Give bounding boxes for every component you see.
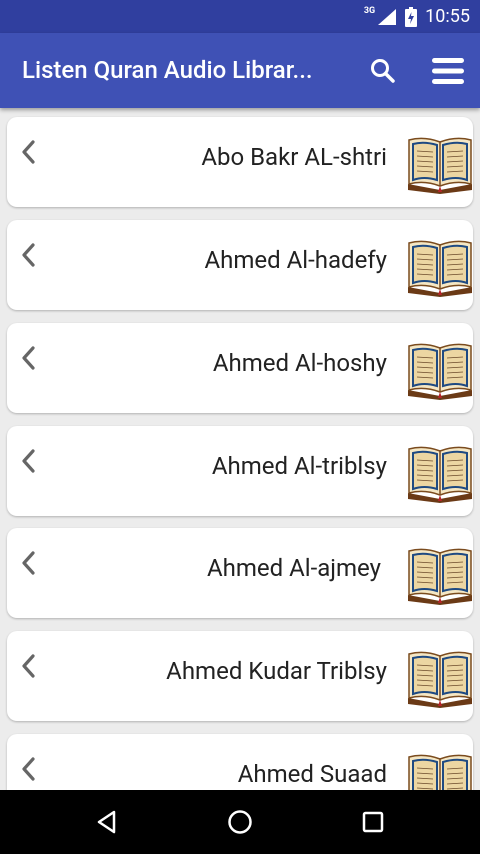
reciter-list[interactable]: Abo Bakr AL-shtri Ahmed Al-hadefy Ahmed …: [0, 108, 480, 790]
quran-book-icon: [406, 134, 474, 194]
reciter-name: Ahmed Suaad: [237, 760, 387, 788]
app-bar: Listen Quran Audio Librar...: [0, 33, 480, 108]
quran-book-icon: [406, 545, 474, 605]
list-item[interactable]: Ahmed Al-hoshy: [7, 323, 473, 413]
network-type-label: 3G: [363, 5, 376, 16]
list-item[interactable]: Ahmed Al-ajmey: [7, 528, 473, 618]
list-item[interactable]: Abo Bakr AL-shtri: [7, 117, 473, 207]
home-icon[interactable]: [225, 807, 255, 837]
quran-book-icon: [406, 648, 474, 708]
quran-book-icon: [406, 340, 474, 400]
reciter-name: Ahmed Al-hadefy: [204, 246, 388, 274]
reciter-name: Abo Bakr AL-shtri: [201, 143, 387, 171]
battery-icon: [405, 6, 418, 27]
chevron-left-icon[interactable]: [19, 139, 37, 165]
chevron-left-icon[interactable]: [19, 550, 37, 576]
chevron-left-icon[interactable]: [19, 345, 37, 371]
status-icons: 3G 10:55: [364, 0, 470, 33]
signal-icon: [378, 8, 397, 25]
list-item[interactable]: Ahmed Al-hadefy: [7, 220, 473, 310]
quran-book-icon: [406, 237, 474, 297]
status-bar: 3G 10:55: [0, 0, 480, 33]
app-title: Listen Quran Audio Librar...: [22, 56, 313, 84]
quran-book-icon: [406, 443, 474, 503]
reciter-name: Ahmed Al-hoshy: [212, 349, 387, 377]
chevron-left-icon[interactable]: [19, 756, 37, 782]
reciter-name: Ahmed Al-triblsy: [211, 452, 387, 480]
list-item[interactable]: Ahmed Al-triblsy: [7, 426, 473, 516]
back-icon[interactable]: [92, 807, 122, 837]
reciter-name: Ahmed Al-ajmey: [206, 554, 381, 582]
chevron-left-icon[interactable]: [19, 242, 37, 268]
quran-book-icon: [406, 751, 474, 790]
chevron-left-icon[interactable]: [19, 653, 37, 679]
navigation-bar: [0, 790, 480, 854]
recents-icon[interactable]: [358, 807, 388, 837]
search-icon[interactable]: [368, 56, 398, 86]
menu-icon[interactable]: [430, 55, 466, 87]
chevron-left-icon[interactable]: [19, 448, 37, 474]
list-item[interactable]: Ahmed Suaad: [7, 734, 473, 790]
list-item[interactable]: Ahmed Kudar Triblsy: [7, 631, 473, 721]
reciter-name: Ahmed Kudar Triblsy: [166, 657, 387, 685]
clock: 10:55: [425, 6, 470, 27]
